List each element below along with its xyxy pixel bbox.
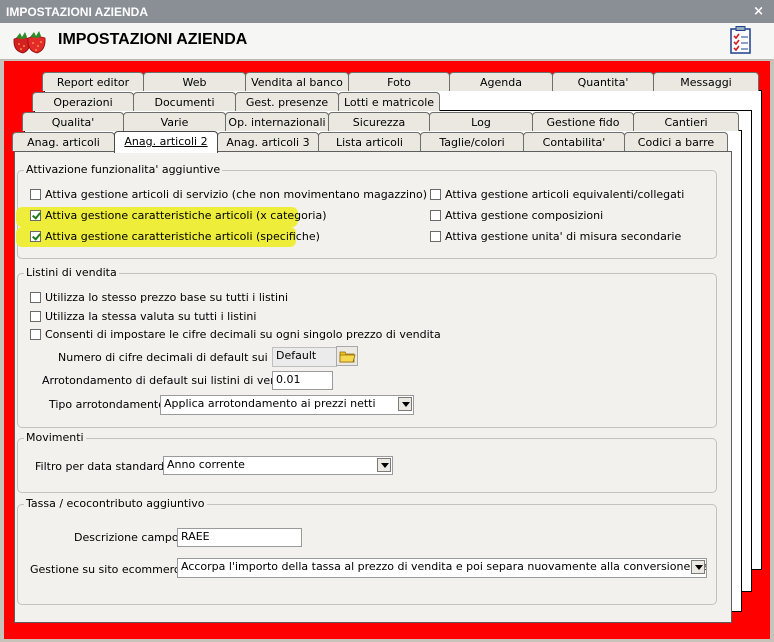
tab-gestione-fido[interactable]: Gestione fido	[532, 112, 634, 131]
checkbox-label: Utilizza lo stesso prezzo base su tutti …	[45, 290, 289, 304]
checkbox-servizio[interactable]: Attiva gestione articoli di servizio (ch…	[30, 186, 427, 202]
date-filter-label: Filtro per data standard :	[35, 460, 172, 473]
decimals-field[interactable]: Default	[272, 347, 337, 367]
checkbox-label: Attiva gestione articoli equivalenti/col…	[445, 187, 685, 201]
rounding-type-select[interactable]: Applica arrotondamento ai prezzi netti	[160, 395, 414, 415]
tab-report-editor[interactable]: Report editor	[42, 72, 144, 91]
page-header: IMPOSTAZIONI AZIENDA	[0, 23, 774, 60]
window-title: IMPOSTAZIONI AZIENDA	[6, 5, 148, 19]
checkbox-stessa-valuta[interactable]: Utilizza la stessa valuta su tutti i lis…	[30, 308, 256, 324]
tab-anag-articoli[interactable]: Anag. articoli	[12, 132, 115, 151]
tab-varie[interactable]: Varie	[123, 112, 226, 131]
tab-lotti-e-matricole[interactable]: Lotti e matricole	[338, 92, 440, 111]
tax-group: Tassa / ecocontributo aggiuntivo	[17, 497, 717, 605]
tab-foto[interactable]: Foto	[348, 72, 450, 91]
tab-log[interactable]: Log	[429, 112, 533, 131]
close-icon[interactable]: ×	[753, 4, 764, 19]
checkbox-box[interactable]	[30, 188, 41, 200]
tab-codici-a-barre[interactable]: Codici a barre	[624, 132, 728, 151]
tab-quantita[interactable]: Quantita'	[552, 72, 654, 91]
chevron-down-icon[interactable]	[398, 397, 412, 411]
tab-messaggi[interactable]: Messaggi	[653, 72, 759, 91]
rounding-field[interactable]: 0.01	[272, 371, 333, 390]
checkbox-label: Attiva gestione unita' di misura seconda…	[445, 229, 682, 243]
tab-web[interactable]: Web	[143, 72, 246, 91]
checkbox-box[interactable]	[30, 310, 41, 322]
tab-panel-anag-articoli-2: Attivazione funzionalita' aggiuntive Att…	[14, 151, 732, 623]
checkbox-box[interactable]	[430, 209, 441, 221]
checklist-icon[interactable]	[730, 26, 752, 54]
chevron-down-icon[interactable]	[377, 458, 391, 472]
checkbox-box[interactable]	[430, 188, 441, 200]
date-filter-select[interactable]: Anno corrente	[163, 456, 393, 475]
features-group-title: Attivazione funzionalita' aggiuntive	[24, 163, 223, 176]
checkbox-equivalenti[interactable]: Attiva gestione articoli equivalenti/col…	[430, 186, 684, 202]
strawberry-icon	[13, 31, 46, 54]
checkbox-cifre-decimali[interactable]: Consenti di impostare le cifre decimali …	[30, 326, 441, 342]
tab-contabilita[interactable]: Contabilita'	[523, 132, 625, 151]
checkbox-box[interactable]	[30, 209, 41, 221]
checkbox-caratteristiche-specifiche[interactable]: Attiva gestione caratteristiche articoli…	[30, 228, 320, 244]
rounding-type-value: Applica arrotondamento ai prezzi netti	[164, 397, 376, 410]
tab-anag-articoli-2[interactable]: Anag. articoli 2	[114, 131, 218, 153]
ecommerce-label: Gestione su sito ecommerce :	[30, 563, 194, 576]
ecommerce-value: Accorpa l'importo della tassa al prezzo …	[181, 560, 706, 573]
decimals-label: Numero di cifre decimali di default sui …	[58, 351, 308, 364]
tab-taglie-colori[interactable]: Taglie/colori	[420, 132, 524, 151]
tab-gest-presenze[interactable]: Gest. presenze	[235, 92, 339, 111]
checkbox-box[interactable]	[30, 328, 41, 340]
tab-agenda[interactable]: Agenda	[449, 72, 553, 91]
movements-group-title: Movimenti	[24, 431, 86, 444]
tab-sicurezza[interactable]: Sicurezza	[328, 112, 430, 131]
checkbox-box[interactable]	[30, 230, 41, 242]
folder-icon	[339, 351, 356, 363]
checkbox-box[interactable]	[30, 291, 41, 303]
checkbox-box[interactable]	[430, 230, 441, 242]
tab-op-internazionali[interactable]: Op. internazionali	[225, 112, 329, 131]
tab-anag-articoli-3[interactable]: Anag. articoli 3	[217, 132, 319, 151]
tab-documenti[interactable]: Documenti	[133, 92, 236, 111]
rounding-label: Arrotondamento di default sui listini di…	[42, 374, 306, 387]
tab-qualita[interactable]: Qualita'	[22, 112, 124, 131]
price-lists-group-title: Listini di vendita	[24, 266, 119, 279]
checkbox-label: Attiva gestione caratteristiche articoli…	[45, 208, 327, 222]
checkbox-label: Utilizza la stessa valuta su tutti i lis…	[45, 309, 257, 323]
rounding-type-label: Tipo arrotondamento :	[49, 398, 173, 411]
description-label: Descrizione campo :	[74, 531, 186, 544]
folder-button[interactable]	[336, 346, 358, 366]
checkbox-unita-misura[interactable]: Attiva gestione unita' di misura seconda…	[430, 228, 681, 244]
tab-cantieri[interactable]: Cantieri	[633, 112, 739, 131]
tab-vendita-al-banco[interactable]: Vendita al banco	[245, 72, 349, 91]
tab-lista-articoli[interactable]: Lista articoli	[318, 132, 421, 151]
description-field[interactable]: RAEE	[177, 528, 302, 547]
checkbox-stesso-prezzo[interactable]: Utilizza lo stesso prezzo base su tutti …	[30, 289, 288, 305]
chevron-down-icon[interactable]	[691, 560, 705, 574]
window-titlebar: IMPOSTAZIONI AZIENDA ×	[0, 0, 774, 23]
checkbox-label: Consenti di impostare le cifre decimali …	[45, 327, 441, 341]
date-filter-value: Anno corrente	[167, 458, 245, 471]
checkbox-label: Attiva gestione composizioni	[445, 208, 604, 222]
tax-group-title: Tassa / ecocontributo aggiuntivo	[24, 497, 207, 510]
ecommerce-select[interactable]: Accorpa l'importo della tassa al prezzo …	[177, 558, 707, 578]
checkbox-label: Attiva gestione caratteristiche articoli…	[45, 229, 320, 243]
checkbox-label: Attiva gestione articoli di servizio (ch…	[45, 187, 428, 201]
checkbox-caratteristiche-categoria[interactable]: Attiva gestione caratteristiche articoli…	[30, 207, 327, 223]
checkbox-composizioni[interactable]: Attiva gestione composizioni	[430, 207, 603, 223]
page-title: IMPOSTAZIONI AZIENDA	[58, 31, 248, 48]
tab-operazioni[interactable]: Operazioni	[32, 92, 134, 111]
